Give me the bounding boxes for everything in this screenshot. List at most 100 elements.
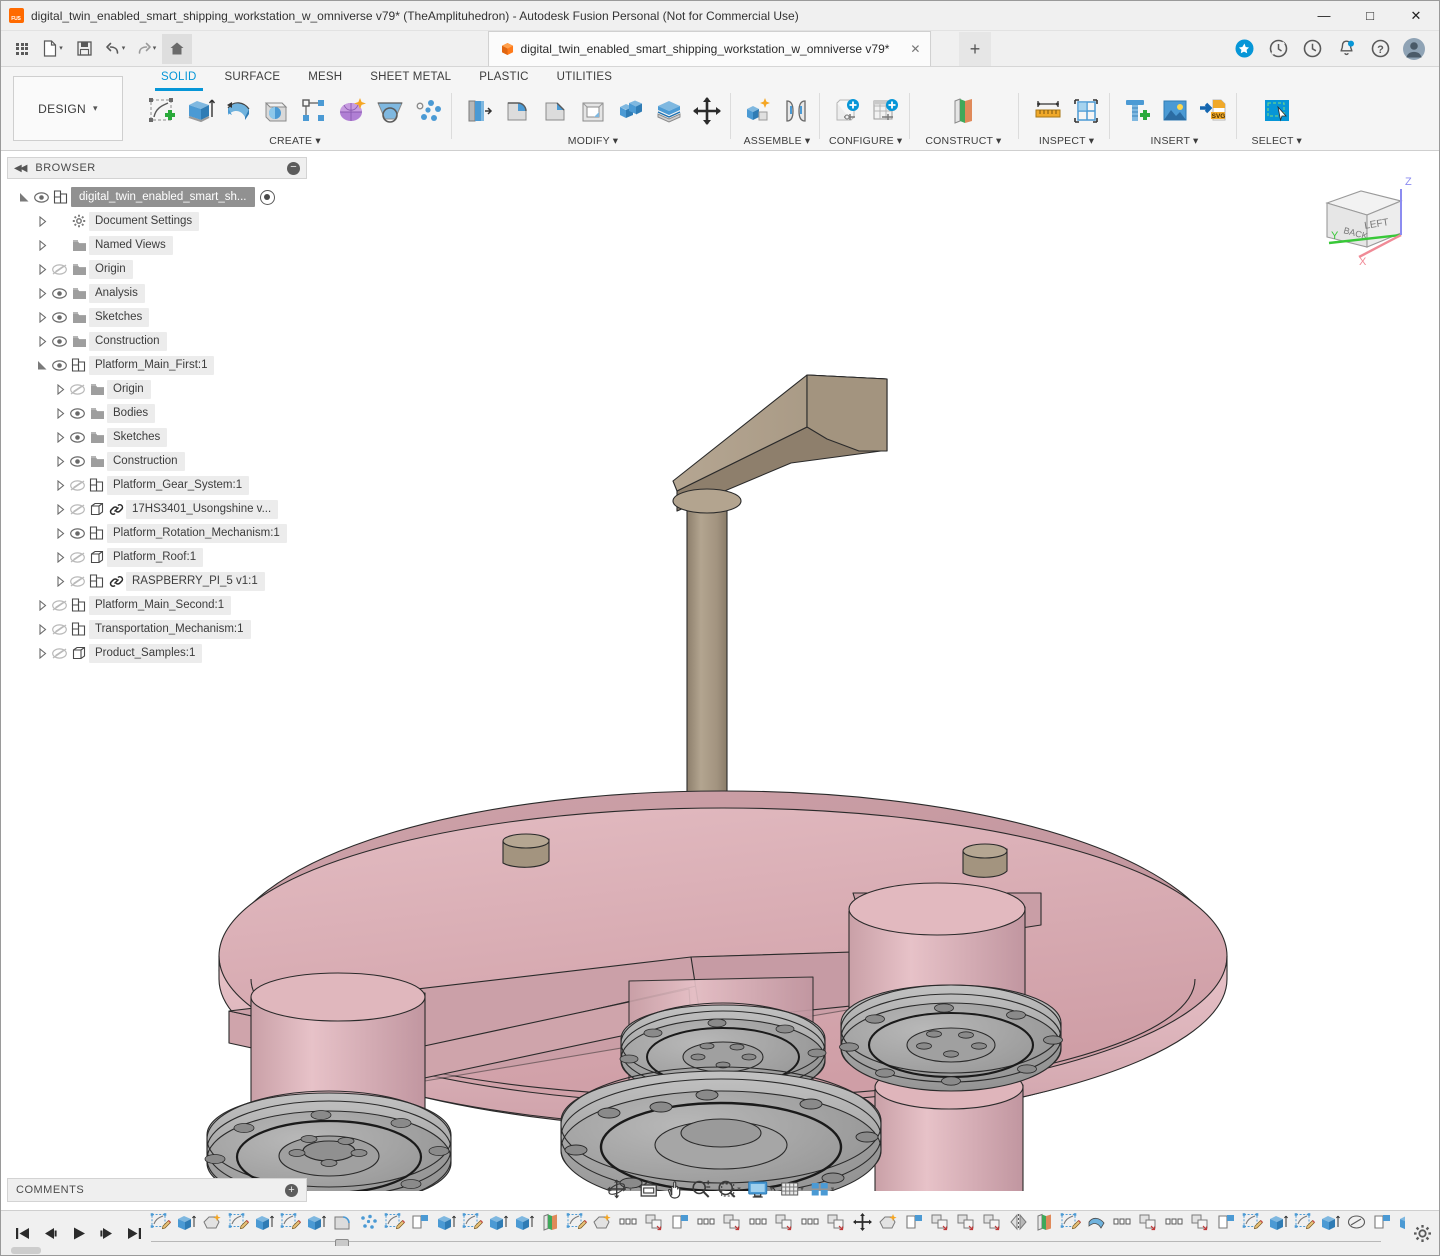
eye-hidden-icon[interactable] — [49, 621, 69, 637]
timeline-feature-joint[interactable] — [1135, 1213, 1161, 1245]
look-at-icon[interactable] — [636, 1175, 660, 1203]
panel-assemble-label[interactable]: ASSEMBLE ▾ — [744, 135, 811, 147]
collapse-arrow-icon[interactable] — [35, 646, 49, 660]
tab-utilities[interactable]: UTILITIES — [543, 67, 626, 89]
help-icon[interactable]: ? — [1363, 32, 1397, 66]
timeline-feature-extrude[interactable] — [433, 1213, 459, 1245]
pan-icon[interactable] — [662, 1175, 686, 1203]
section-analysis-icon[interactable] — [1070, 95, 1102, 127]
measure-icon[interactable] — [1032, 95, 1064, 127]
tree-node[interactable]: digital_twin_enabled_smart_sh... — [7, 185, 307, 209]
timeline-feature-sketch[interactable] — [381, 1213, 407, 1245]
display-settings-icon[interactable]: ▾ — [745, 1175, 776, 1203]
eye-hidden-icon[interactable] — [49, 261, 69, 277]
new-component-icon[interactable] — [742, 95, 774, 127]
activity-icon[interactable] — [1261, 32, 1295, 66]
close-button[interactable]: ✕ — [1393, 1, 1439, 31]
collapse-arrow-icon[interactable] — [53, 430, 67, 444]
browser-minimize-icon[interactable]: − — [287, 162, 300, 175]
timeline-feature-plane[interactable] — [407, 1213, 433, 1245]
comments-panel[interactable]: COMMENTS + — [7, 1178, 307, 1202]
timeline-feature-extrude[interactable] — [511, 1213, 537, 1245]
offset-face-icon[interactable] — [653, 95, 685, 127]
timeline-feature-holes[interactable] — [1161, 1213, 1187, 1245]
timeline-feature-extrude[interactable] — [1265, 1213, 1291, 1245]
collapse-arrow-icon[interactable] — [35, 334, 49, 348]
eye-visible-icon[interactable] — [49, 333, 69, 349]
collapse-arrow-icon[interactable] — [35, 214, 49, 228]
configuration-table-icon[interactable] — [869, 95, 901, 127]
insert-svg-icon[interactable]: SVG — [1197, 95, 1229, 127]
rib-pattern-icon[interactable] — [298, 95, 330, 127]
timeline-feature-extrude[interactable] — [173, 1213, 199, 1245]
timeline-feature-holes[interactable] — [1109, 1213, 1135, 1245]
panel-inspect-label[interactable]: INSPECT ▾ — [1039, 135, 1094, 147]
extensions-icon[interactable] — [1227, 32, 1261, 66]
tab-sheet-metal[interactable]: SHEET METAL — [356, 67, 465, 89]
timeline-feature-joint[interactable] — [823, 1213, 849, 1245]
tree-node[interactable]: Platform_Gear_System:1 — [7, 473, 307, 497]
eye-hidden-icon[interactable] — [67, 501, 87, 517]
zoom-icon[interactable] — [688, 1175, 712, 1203]
timeline-feature-sketch[interactable] — [225, 1213, 251, 1245]
activate-component-icon[interactable] — [260, 190, 275, 205]
collapse-arrow-icon[interactable] — [53, 502, 67, 516]
collapse-arrow-icon[interactable] — [53, 478, 67, 492]
create-sketch-icon[interactable] — [146, 95, 178, 127]
panel-select-label[interactable]: SELECT ▾ — [1252, 135, 1302, 147]
panel-configure-label[interactable]: CONFIGURE ▾ — [829, 135, 902, 147]
collapse-arrow-icon[interactable] — [35, 238, 49, 252]
pattern-icon[interactable] — [412, 95, 444, 127]
loft-icon[interactable] — [374, 95, 406, 127]
collapse-arrow-icon[interactable] — [53, 550, 67, 564]
timeline-feature-extrude[interactable] — [1395, 1213, 1405, 1245]
timeline-feature-form[interactable] — [589, 1213, 615, 1245]
document-tab[interactable]: digital_twin_enabled_smart_shipping_work… — [488, 31, 932, 66]
collapse-arrow-icon[interactable] — [35, 262, 49, 276]
eye-hidden-icon[interactable] — [67, 477, 87, 493]
maximize-button[interactable]: □ — [1347, 1, 1393, 31]
orbit-icon[interactable]: ▾ — [604, 1175, 635, 1203]
new-document-tab-button[interactable]: + — [959, 32, 991, 66]
tree-node[interactable]: Sketches — [7, 425, 307, 449]
document-tab-close-icon[interactable]: ✕ — [910, 42, 920, 56]
collapse-arrow-icon[interactable] — [53, 574, 67, 588]
timeline-feature-sketch[interactable] — [1057, 1213, 1083, 1245]
collapse-arrow-icon[interactable] — [53, 526, 67, 540]
go-to-end-button[interactable] — [121, 1220, 147, 1246]
timeline-feature-extrude[interactable] — [303, 1213, 329, 1245]
timeline-feature-sketch[interactable] — [1239, 1213, 1265, 1245]
eye-visible-icon[interactable] — [49, 285, 69, 301]
timeline-feature-plane[interactable] — [901, 1213, 927, 1245]
timeline-feature-sketch[interactable] — [147, 1213, 173, 1245]
timeline-feature-plane[interactable] — [1213, 1213, 1239, 1245]
tree-node[interactable]: Sketches — [7, 305, 307, 329]
collapse-arrow-icon[interactable] — [35, 310, 49, 324]
collapse-arrow-icon[interactable] — [35, 286, 49, 300]
timeline-feature-plane[interactable] — [1369, 1213, 1395, 1245]
timeline-feature-joint[interactable] — [927, 1213, 953, 1245]
eye-visible-icon[interactable] — [67, 525, 87, 541]
tree-node[interactable]: Construction — [7, 329, 307, 353]
panel-modify-label[interactable]: MODIFY ▾ — [568, 135, 618, 147]
redo-icon[interactable]: ▾ — [131, 34, 161, 64]
timeline-feature-joint[interactable] — [641, 1213, 667, 1245]
expand-arrow-icon[interactable] — [17, 190, 31, 204]
offset-plane-icon[interactable] — [947, 95, 979, 127]
timeline-feature-extrude[interactable] — [485, 1213, 511, 1245]
timeline-feature-sketch[interactable] — [1291, 1213, 1317, 1245]
joint-icon[interactable] — [780, 95, 812, 127]
timeline-feature-extrude[interactable] — [251, 1213, 277, 1245]
tree-node[interactable]: Origin — [7, 257, 307, 281]
timeline-feature-move[interactable] — [849, 1213, 875, 1245]
sweep-icon[interactable] — [260, 95, 292, 127]
viewports-icon[interactable]: ▾ — [808, 1175, 837, 1203]
timeline-feature-holes[interactable] — [797, 1213, 823, 1245]
timeline-feature-sketch[interactable] — [563, 1213, 589, 1245]
step-back-button[interactable] — [37, 1220, 63, 1246]
tree-node[interactable]: Platform_Main_First:1 — [7, 353, 307, 377]
app-grid-icon[interactable] — [7, 34, 37, 64]
timeline-feature-joint[interactable] — [719, 1213, 745, 1245]
timeline-feature-form[interactable] — [875, 1213, 901, 1245]
eye-visible-icon[interactable] — [67, 453, 87, 469]
